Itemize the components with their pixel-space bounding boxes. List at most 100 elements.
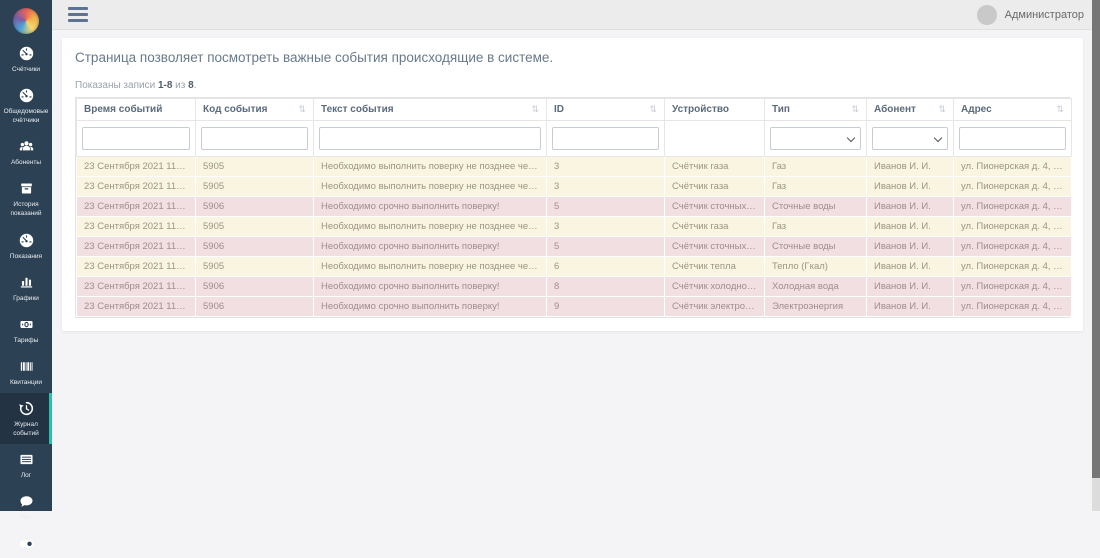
sidebar-item[interactable]: Общедомовые счётчики — [0, 80, 52, 131]
avatar — [977, 5, 997, 25]
sidebar: Счётчики Общедомовые счётчики Абоненты И… — [0, 0, 52, 511]
table-cell: ул. Пионерская д. 4, кв. 1 — [954, 237, 1072, 257]
events-table: Время событий⇅Код события⇅Текст события⇅… — [76, 98, 1072, 317]
table-cell: 5 — [547, 197, 665, 217]
sidebar-item[interactable]: Тарифы — [0, 309, 52, 351]
sidebar-item[interactable] — [0, 528, 52, 558]
filter-input[interactable] — [82, 127, 190, 150]
sidebar-item[interactable]: Квитанции — [0, 351, 52, 393]
gauge-icon — [18, 45, 35, 62]
archive-icon — [18, 180, 35, 197]
sidebar-item[interactable]: Абоненты — [0, 131, 52, 173]
column-header: Время событий — [77, 99, 196, 121]
table-cell: Сточные воды — [765, 237, 867, 257]
table-cell: Счётчик тепла — [665, 257, 765, 277]
filter-cell — [314, 121, 547, 157]
sort-icon[interactable]: ⇅ — [1056, 104, 1064, 115]
app-logo-icon[interactable] — [13, 8, 39, 34]
sidebar-item-label: Журнал событий — [2, 420, 50, 438]
column-header[interactable]: ⇅Абонент — [867, 99, 954, 121]
table-cell: ул. Пионерская д. 4, кв. 1 — [954, 277, 1072, 297]
table-cell: Иванов И. И. — [867, 237, 954, 257]
scrollbar-thumb[interactable] — [1092, 0, 1100, 478]
history-icon — [18, 400, 35, 417]
table-cell: Необходимо выполнить поверку не позднее … — [314, 177, 547, 197]
table-row: 23 Сентября 2021 11:04:125905Необходимо … — [77, 157, 1072, 177]
sidebar-item-label: Счётчики — [12, 65, 40, 74]
filter-cell — [954, 121, 1072, 157]
user-menu[interactable]: Администратор — [977, 5, 1084, 25]
sort-icon[interactable]: ⇅ — [531, 104, 539, 115]
table-cell: Счётчик сточных вод — [665, 197, 765, 217]
filter-input[interactable] — [552, 127, 659, 150]
table-row: 23 Сентября 2021 11:10:385905Необходимо … — [77, 257, 1072, 277]
table-cell: 5906 — [196, 237, 314, 257]
menu-toggle-icon[interactable] — [68, 7, 88, 22]
table-cell: Иванов И. И. — [867, 217, 954, 237]
column-header-label: Время событий — [84, 104, 162, 115]
table-cell: Счётчик электроэнергии — [665, 297, 765, 317]
table-cell: Счётчик газа — [665, 217, 765, 237]
sidebar-item[interactable]: Чат — [0, 486, 52, 528]
chart-icon — [18, 274, 35, 291]
sidebar-item[interactable]: История показаний — [0, 173, 52, 224]
table-cell: 5905 — [196, 177, 314, 197]
table-cell: Иванов И. И. — [867, 297, 954, 317]
table-cell: Счётчик холодной воды — [665, 277, 765, 297]
sidebar-item-label: Общедомовые счётчики — [2, 107, 50, 125]
sidebar-item-label: История показаний — [2, 200, 50, 218]
table-cell: Необходимо срочно выполнить поверку! — [314, 297, 547, 317]
filter-input[interactable] — [319, 127, 541, 150]
sort-icon[interactable]: ⇅ — [298, 104, 306, 115]
table-cell: Иванов И. И. — [867, 157, 954, 177]
table-cell: ул. Пионерская д. 4, кв. 1 — [954, 177, 1072, 197]
sidebar-item[interactable]: Лог — [0, 444, 52, 486]
sort-icon[interactable]: ⇅ — [649, 104, 657, 115]
column-header[interactable]: ⇅ID — [547, 99, 665, 121]
table-cell: 23 Сентября 2021 11:10:38 — [77, 257, 196, 277]
filter-select[interactable] — [770, 127, 861, 150]
sidebar-item[interactable]: Счётчики — [0, 38, 52, 80]
table-header-row: Время событий⇅Код события⇅Текст события⇅… — [77, 99, 1072, 121]
records-summary: Показаны записи 1-8 из 8. — [75, 80, 1070, 91]
sidebar-item[interactable]: Графики — [0, 267, 52, 309]
filter-select[interactable] — [872, 127, 948, 150]
table-cell: Необходимо выполнить поверку не позднее … — [314, 157, 547, 177]
toggle-icon — [18, 535, 35, 552]
table-cell: Иванов И. И. — [867, 257, 954, 277]
column-header[interactable]: ⇅Адрес — [954, 99, 1072, 121]
table-cell: 5 — [547, 237, 665, 257]
table-cell: Холодная вода — [765, 277, 867, 297]
sort-icon[interactable]: ⇅ — [851, 104, 859, 115]
table-cell: 23 Сентября 2021 11:04:32 — [77, 177, 196, 197]
table-cell: Газ — [765, 177, 867, 197]
table-cell: 6 — [547, 257, 665, 277]
gauge-icon — [18, 232, 35, 249]
table-cell: 23 Сентября 2021 11:07:27 — [77, 217, 196, 237]
sidebar-item[interactable]: Показания — [0, 225, 52, 267]
sidebar-item-label: Абоненты — [11, 158, 41, 167]
table-cell: 5906 — [196, 197, 314, 217]
filter-input[interactable] — [959, 127, 1066, 150]
table-cell: 5906 — [196, 277, 314, 297]
column-header-label: Текст события — [321, 104, 394, 115]
chat-icon — [18, 493, 35, 510]
content-card: Страница позволяет посмотреть важные соб… — [62, 38, 1083, 331]
sort-icon[interactable]: ⇅ — [938, 104, 946, 115]
sidebar-item-label: Тарифы — [14, 336, 39, 345]
scrollbar-track[interactable] — [1092, 0, 1100, 511]
table-cell: 5905 — [196, 217, 314, 237]
column-header[interactable]: ⇅ Текст события — [314, 99, 547, 121]
column-header-label: Тип — [772, 104, 790, 115]
sidebar-item[interactable]: Журнал событий — [0, 393, 52, 444]
column-header-label: Код события — [203, 104, 267, 115]
table-row: 23 Сентября 2021 11:04:325905Необходимо … — [77, 177, 1072, 197]
column-header[interactable]: ⇅ Код события — [196, 99, 314, 121]
column-header[interactable]: ⇅ Тип — [765, 99, 867, 121]
table-row: 23 Сентября 2021 11:07:275905Необходимо … — [77, 217, 1072, 237]
table-cell: ул. Пионерская д. 4, кв. 1 — [954, 197, 1072, 217]
sidebar-item-label: Квитанции — [10, 378, 42, 387]
filter-cell — [665, 121, 765, 157]
filter-input[interactable] — [201, 127, 308, 150]
events-table-frame: Время событий⇅Код события⇅Текст события⇅… — [75, 97, 1070, 318]
